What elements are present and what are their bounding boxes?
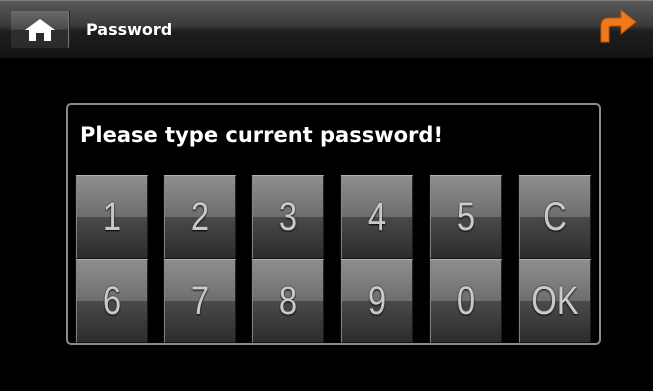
key-label: 0: [456, 278, 476, 323]
key-5[interactable]: 5: [429, 175, 503, 259]
page-title: Password: [86, 20, 173, 39]
key-label: 5: [456, 194, 476, 239]
key-label: 4: [367, 194, 387, 239]
key-2[interactable]: 2: [163, 175, 237, 259]
key-0[interactable]: 0: [429, 259, 503, 343]
key-label: 7: [190, 278, 210, 323]
key-8[interactable]: 8: [251, 259, 325, 343]
key-label: C: [543, 194, 567, 239]
return-arrow-icon: [600, 8, 637, 43]
key-label: 1: [102, 194, 122, 239]
password-dialog: Please type current password! 1 2 3 4 5 …: [66, 103, 601, 345]
back-button[interactable]: [591, 6, 641, 46]
key-label: OK: [531, 278, 579, 323]
key-6[interactable]: 6: [75, 259, 149, 343]
key-label: 9: [367, 278, 387, 323]
key-9[interactable]: 9: [340, 259, 414, 343]
key-label: 8: [278, 278, 298, 323]
key-7[interactable]: 7: [163, 259, 237, 343]
password-prompt: Please type current password!: [80, 123, 444, 147]
key-3[interactable]: 3: [251, 175, 325, 259]
key-1[interactable]: 1: [75, 175, 149, 259]
key-label: 3: [278, 194, 298, 239]
home-button[interactable]: [11, 11, 69, 48]
key-label: 2: [190, 194, 210, 239]
key-label: 6: [102, 278, 122, 323]
keypad: 1 2 3 4 5 C 6 7 8 9 0 OK: [68, 175, 599, 343]
top-bar: Password: [0, 0, 653, 58]
key-clear[interactable]: C: [518, 175, 592, 259]
key-ok[interactable]: OK: [518, 259, 592, 343]
key-4[interactable]: 4: [340, 175, 414, 259]
home-icon: [25, 19, 55, 41]
